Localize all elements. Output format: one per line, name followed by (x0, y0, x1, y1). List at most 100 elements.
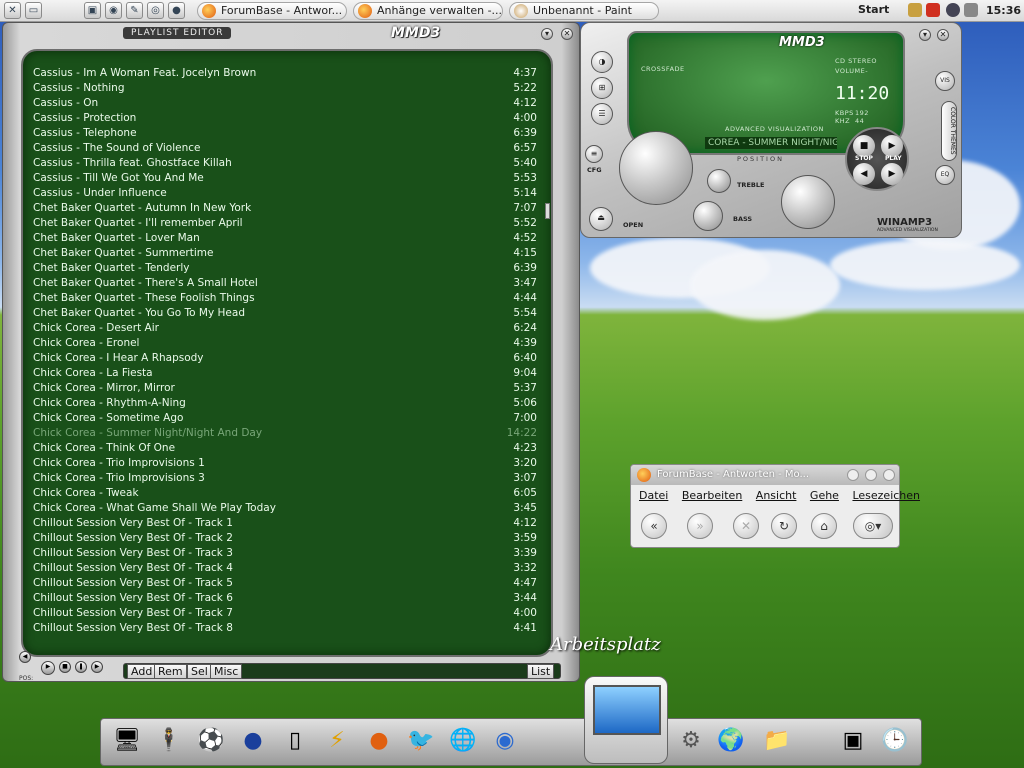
playlist-row[interactable]: Chillout Session Very Best Of - Track 7 4… (33, 607, 539, 622)
maximize-icon[interactable] (865, 469, 877, 481)
playlist-row[interactable]: Chick Corea - Tweak 6:05 (33, 487, 539, 502)
prev-icon[interactable]: ◀ (19, 651, 31, 663)
playlist-row[interactable]: Chillout Session Very Best Of - Track 6 3… (33, 592, 539, 607)
list-button[interactable]: List (527, 664, 555, 679)
playlist-row[interactable]: Chet Baker Quartet - Summertime 4:15 (33, 247, 539, 262)
menu-gehe[interactable]: Gehe (810, 489, 839, 502)
playlist-row[interactable]: Chillout Session Very Best Of - Track 4 3… (33, 562, 539, 577)
minimize-icon[interactable] (847, 469, 859, 481)
counter-strike-icon[interactable]: 🕴 (149, 719, 189, 763)
playlist-row[interactable]: Cassius - Im A Woman Feat. Jocelyn Brown… (33, 67, 539, 82)
vis-button[interactable]: VIS (935, 71, 955, 91)
visualizer-icon[interactable]: ◑ (591, 51, 613, 73)
menu-ansicht[interactable]: Ansicht (756, 489, 797, 502)
menu-bearbeiten[interactable]: Bearbeiten (682, 489, 742, 502)
equalizer-icon[interactable]: ⊞ (591, 77, 613, 99)
activity-icon[interactable]: ◎▾ (853, 513, 893, 539)
playlist-row[interactable]: Cassius - Nothing 5:22 (33, 82, 539, 97)
winamp-icon[interactable]: ⚡ (317, 719, 357, 763)
playlist-row[interactable]: Chick Corea - Desert Air 6:24 (33, 322, 539, 337)
add-button[interactable]: Add (127, 664, 157, 679)
clock-icon[interactable]: 🕒 (875, 719, 915, 763)
playlist-row[interactable]: Chick Corea - Eronel 4:39 (33, 337, 539, 352)
close-icon[interactable]: ✕ (561, 28, 573, 40)
firefox-icon[interactable]: ● (359, 719, 399, 763)
soccer-icon[interactable]: ⚽ (191, 719, 231, 763)
prev-icon[interactable]: ◀ (853, 163, 875, 185)
playlist-row[interactable]: Cassius - Till We Got You And Me 5:53 (33, 172, 539, 187)
remove-button[interactable]: Rem (154, 664, 187, 679)
task-attachments[interactable]: Anhänge verwalten -... (353, 1, 503, 20)
tools-icon[interactable]: ✎ (126, 2, 143, 19)
desktop-icon[interactable]: ▣ (84, 2, 101, 19)
playlist-icon[interactable]: ☰ (591, 103, 613, 125)
eq-button[interactable]: EQ (935, 165, 955, 185)
bass-knob[interactable] (693, 201, 723, 231)
minimize-icon[interactable]: ▾ (541, 28, 553, 40)
tray-tools-icon[interactable] (908, 3, 922, 17)
orbit-icon[interactable]: ◉ (485, 719, 525, 763)
close-icon[interactable]: ✕ (937, 29, 949, 41)
close-icon[interactable] (883, 469, 895, 481)
playlist-row[interactable]: Chillout Session Very Best Of - Track 2 3… (33, 532, 539, 547)
playlist-row[interactable]: Chet Baker Quartet - Lover Man 4:52 (33, 232, 539, 247)
home-icon[interactable]: ⌂ (811, 513, 837, 539)
monitor-icon[interactable]: 🖥 (107, 719, 147, 763)
playlist-row[interactable]: Chick Corea - Summer Night/Night And Day… (33, 427, 539, 442)
globe-icon[interactable]: 🌐 (443, 719, 483, 763)
playlist-row[interactable]: Chet Baker Quartet - There's A Small Hot… (33, 277, 539, 292)
menu-datei[interactable]: Datei (639, 489, 668, 502)
ipod-icon[interactable]: ▯ (275, 719, 315, 763)
color-themes-button[interactable]: COLOR THEMES (941, 101, 957, 161)
playlist-row[interactable]: Chick Corea - Trio Improvisions 1 3:20 (33, 457, 539, 472)
tray-volume-icon[interactable] (964, 3, 978, 17)
computer-icon[interactable] (584, 676, 668, 764)
next-icon[interactable]: ▶ (881, 163, 903, 185)
desktop-label[interactable]: Arbeitsplatz (550, 634, 661, 655)
reload-icon[interactable]: ↻ (771, 513, 797, 539)
stop-icon[interactable]: ■ (59, 661, 71, 673)
forward-icon[interactable]: » (687, 513, 713, 539)
playlist-row[interactable]: Chick Corea - Rhythm-A-Ning 5:06 (33, 397, 539, 412)
menu-icon[interactable]: ✕ (4, 2, 21, 19)
task-paint[interactable]: Unbenannt - Paint (509, 1, 659, 20)
select-button[interactable]: Sel (187, 664, 212, 679)
task-forumbase[interactable]: ForumBase - Antwor... (197, 1, 347, 20)
pause-icon[interactable]: ❚ (75, 661, 87, 673)
tray-network-icon[interactable] (946, 3, 960, 17)
back-icon[interactable]: « (641, 513, 667, 539)
playlist-row[interactable]: Chet Baker Quartet - Tenderly 6:39 (33, 262, 539, 277)
cfg-icon[interactable]: ≡ (585, 145, 603, 163)
menu-lesezeichen[interactable]: Lesezeichen (852, 489, 920, 502)
settings-icon[interactable]: ⚙ (671, 719, 711, 763)
playlist-row[interactable]: Chillout Session Very Best Of - Track 5 4… (33, 577, 539, 592)
playlist-row[interactable]: Chet Baker Quartet - You Go To My Head 5:… (33, 307, 539, 322)
playlist-row[interactable]: Chick Corea - La Fiesta 9:04 (33, 367, 539, 382)
playlist-row[interactable]: Chet Baker Quartet - These Foolish Thing… (33, 292, 539, 307)
treble-knob[interactable] (707, 169, 731, 193)
browser-titlebar[interactable]: ForumBase - Antworten - Mo... (631, 465, 899, 485)
playlist-row[interactable]: Chick Corea - Think Of One 4:23 (33, 442, 539, 457)
playlist-row[interactable]: Cassius - The Sound of Violence 6:57 (33, 142, 539, 157)
playlist-row[interactable]: Chillout Session Very Best Of - Track 3 3… (33, 547, 539, 562)
playlist-row[interactable]: Cassius - Telephone 6:39 (33, 127, 539, 142)
network-icon[interactable]: 🌍 (711, 719, 751, 763)
playlist-row[interactable]: Chet Baker Quartet - Autumn In New York 7… (33, 202, 539, 217)
firefox-icon[interactable]: ● (168, 2, 185, 19)
amd-icon[interactable]: ▣ (833, 719, 873, 763)
playlist-row[interactable]: Chet Baker Quartet - I'll remember April… (33, 217, 539, 232)
playlist-row[interactable]: Cassius - Thrilla feat. Ghostface Killah… (33, 157, 539, 172)
minimize-icon[interactable]: ▾ (919, 29, 931, 41)
misc-button[interactable]: Misc (210, 664, 243, 679)
playlist-row[interactable]: Chillout Session Very Best Of - Track 1 4… (33, 517, 539, 532)
volume-knob[interactable] (781, 175, 835, 229)
playlist-row[interactable]: Cassius - On 4:12 (33, 97, 539, 112)
playlist-row[interactable]: Chillout Session Very Best Of - Track 8 4… (33, 622, 539, 637)
playlist-row[interactable]: Chick Corea - Mirror, Mirror 5:37 (33, 382, 539, 397)
nasa-icon[interactable]: ● (233, 719, 273, 763)
playlist-row[interactable]: Chick Corea - Trio Improvisions 3 3:07 (33, 472, 539, 487)
stop-icon[interactable]: ■ (853, 135, 875, 157)
play-icon[interactable]: ▶ (41, 661, 55, 675)
eye-icon[interactable]: ◎ (147, 2, 164, 19)
album-art-dial[interactable] (619, 131, 693, 205)
